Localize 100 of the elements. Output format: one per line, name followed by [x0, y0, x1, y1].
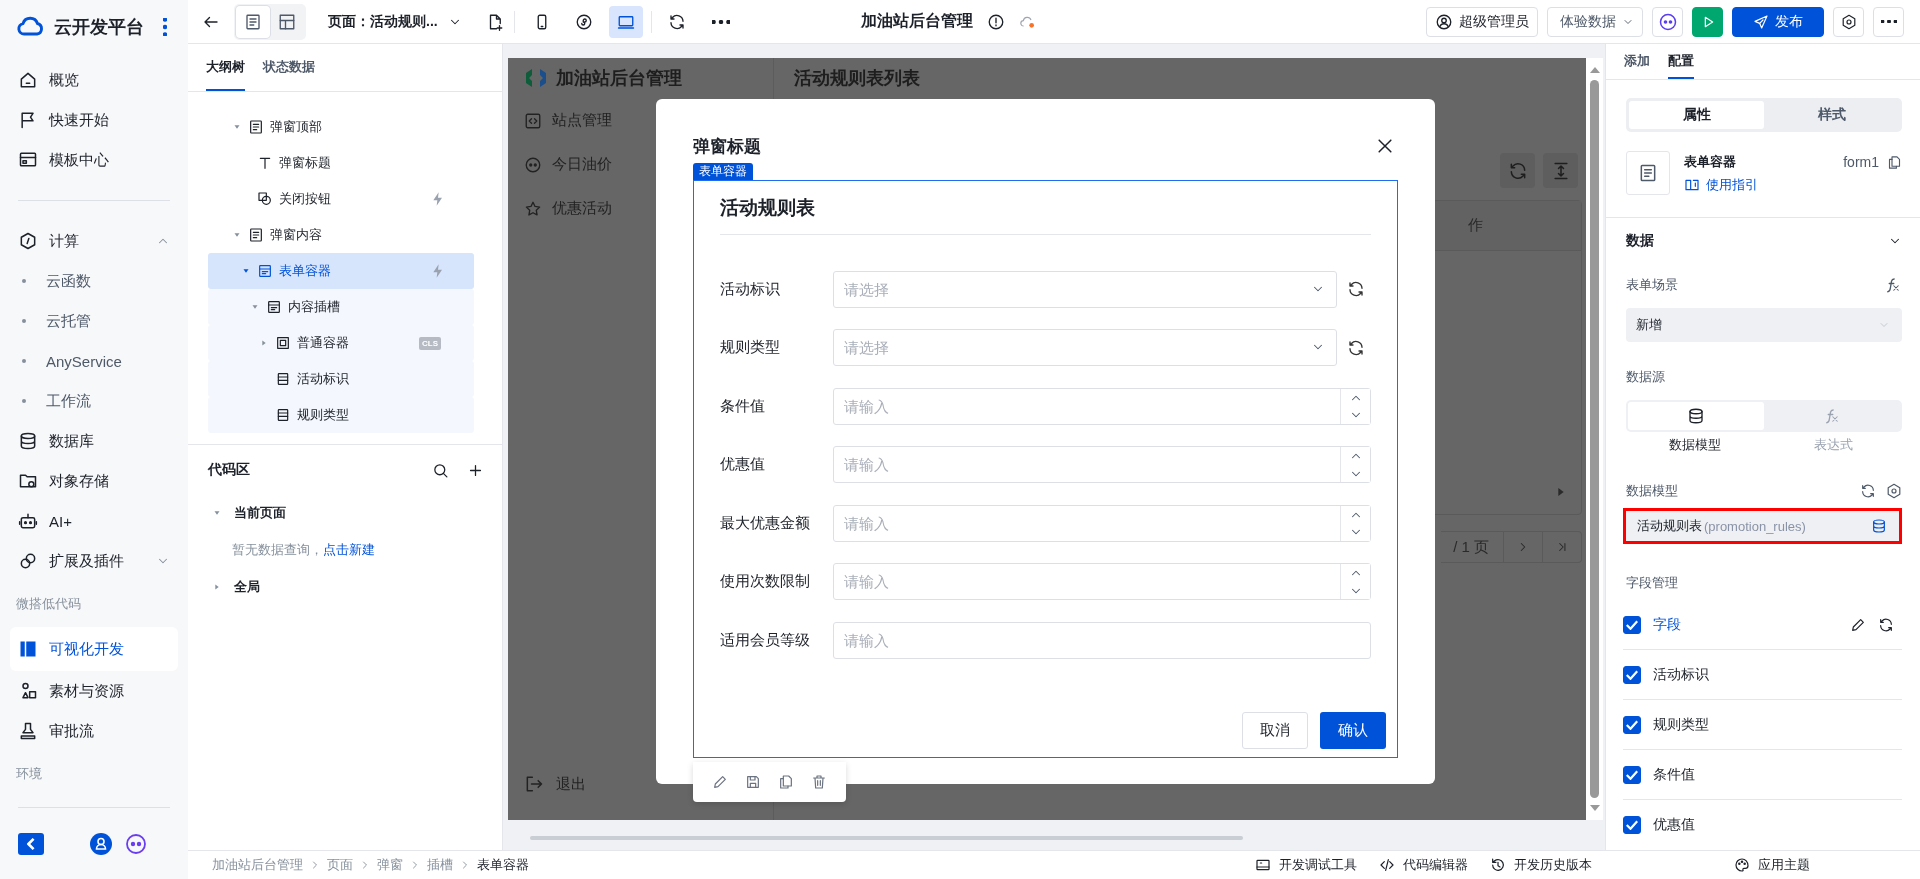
nav-subitem[interactable]: 工作流: [10, 381, 178, 421]
page-selector[interactable]: 页面：活动规则...: [328, 12, 462, 31]
scrollbar[interactable]: [1586, 58, 1603, 820]
create-link[interactable]: 点击新建: [323, 541, 375, 559]
cancel-button[interactable]: 取消: [1242, 712, 1308, 749]
refresh-icon[interactable]: [1347, 338, 1365, 357]
nav-item[interactable]: 模板中心: [10, 140, 178, 180]
scroll-up-icon[interactable]: [1588, 66, 1601, 74]
input-field[interactable]: 请输入: [833, 621, 1371, 659]
checkbox[interactable]: [1623, 765, 1641, 784]
source-option[interactable]: [1628, 402, 1764, 430]
option-label: 数据模型: [1668, 436, 1722, 454]
scroll-down-icon[interactable]: [1588, 804, 1601, 812]
tool-button[interactable]: 代码编辑器: [1379, 856, 1468, 874]
select-field[interactable]: 请选择: [833, 270, 1337, 308]
user-button[interactable]: 超级管理员: [1426, 6, 1538, 37]
checkbox[interactable]: [1623, 715, 1641, 734]
more-button[interactable]: [1873, 6, 1904, 37]
nav-item[interactable]: 概览: [10, 60, 178, 100]
nav-item[interactable]: 计算: [10, 221, 178, 261]
group-header[interactable]: 当前页面: [188, 495, 502, 531]
copy-icon[interactable]: [1887, 154, 1902, 170]
tree-node[interactable]: 内容插槽: [208, 289, 474, 325]
tree-node[interactable]: 普通容器 CLS: [208, 325, 474, 361]
tool-button[interactable]: 应用主题: [1734, 856, 1810, 874]
refresh-icon[interactable]: [1860, 483, 1876, 499]
select-field[interactable]: 新增: [1626, 308, 1902, 342]
tree-node[interactable]: 弹窗标题: [208, 145, 474, 181]
guide-link[interactable]: 使用指引: [1684, 175, 1830, 194]
checkbox[interactable]: [1623, 665, 1641, 684]
nav-item[interactable]: 扩展及插件: [10, 541, 178, 581]
avatar-icon[interactable]: [90, 832, 112, 855]
number-field[interactable]: 请输入: [833, 387, 1371, 425]
select-field[interactable]: 请选择: [833, 329, 1337, 367]
confirm-button[interactable]: 确认: [1320, 712, 1386, 749]
tab[interactable]: 大纲树: [206, 44, 245, 91]
tab[interactable]: 添加: [1624, 44, 1650, 79]
form-icon: [257, 263, 273, 279]
info-icon[interactable]: [987, 12, 1006, 31]
model-selector[interactable]: 活动规则表(promotion_rules): [1623, 508, 1902, 544]
number-field[interactable]: 请输入: [833, 446, 1371, 484]
nav-item[interactable]: 素材与资源: [10, 671, 178, 711]
nav-item[interactable]: 审批流: [10, 711, 178, 751]
tree-node[interactable]: 规则类型: [208, 397, 474, 433]
tool-button[interactable]: 开发调试工具: [1255, 856, 1357, 874]
copy-icon[interactable]: [778, 774, 795, 790]
delete-icon[interactable]: [811, 774, 828, 790]
miniprogram-icon: [574, 12, 593, 31]
collapse-button[interactable]: [18, 832, 44, 855]
nav-item[interactable]: 可视化开发: [10, 627, 178, 671]
publish-button[interactable]: 发布: [1732, 6, 1824, 37]
data-mode-dropdown[interactable]: 体验数据: [1547, 6, 1643, 37]
desktop-preview-button[interactable]: [608, 5, 643, 38]
edit-icon[interactable]: [1850, 616, 1866, 633]
option-label: 表达式: [1812, 436, 1854, 454]
settings-icon[interactable]: [1886, 483, 1902, 499]
number-field[interactable]: 请输入: [833, 504, 1371, 542]
tab[interactable]: 配置: [1668, 44, 1694, 79]
nav-item[interactable]: 快速开始: [10, 100, 178, 140]
checkbox[interactable]: [1623, 816, 1641, 834]
tree-node[interactable]: 关闭按钮: [208, 181, 474, 217]
nav-subitem[interactable]: AnyService: [10, 341, 178, 381]
nav-item[interactable]: AI+: [10, 501, 178, 541]
field-name: 活动标识: [1653, 665, 1710, 684]
assistant-face-icon[interactable]: [124, 831, 148, 856]
refresh-icon[interactable]: [1347, 280, 1365, 299]
segment-tab[interactable]: 样式: [1764, 101, 1899, 129]
breadcrumb-item[interactable]: 表单容器: [477, 856, 529, 874]
save-icon[interactable]: [744, 774, 761, 790]
refresh-icon[interactable]: [667, 12, 686, 31]
formula-icon[interactable]: [1884, 276, 1902, 294]
page-view-button[interactable]: [236, 5, 270, 38]
tree-node[interactable]: 活动标识: [208, 361, 474, 397]
more-icon[interactable]: [711, 19, 730, 24]
number-field[interactable]: 请输入: [833, 563, 1371, 601]
nav-subitem[interactable]: 云函数: [10, 261, 178, 301]
field-label: 规则类型: [720, 338, 781, 358]
checkbox[interactable]: [1623, 615, 1641, 634]
formula-icon: [1823, 407, 1841, 425]
segment-tab[interactable]: 属性: [1629, 101, 1764, 129]
refresh-icon[interactable]: [1878, 616, 1894, 633]
template-icon: [18, 150, 38, 170]
tree-node[interactable]: 弹窗内容: [208, 217, 474, 253]
tree-node[interactable]: 表单容器: [208, 253, 474, 289]
tool-button[interactable]: 开发历史版本: [1490, 856, 1592, 874]
settings-button[interactable]: [1833, 6, 1864, 37]
tree-node[interactable]: 弹窗顶部: [208, 109, 474, 145]
nav-item[interactable]: 数据库: [10, 421, 178, 461]
nav-item[interactable]: 对象存储: [10, 461, 178, 501]
nav-subitem[interactable]: 云托管: [10, 301, 178, 341]
group-header[interactable]: 全局: [188, 569, 502, 605]
run-button[interactable]: [1692, 6, 1723, 37]
breadcrumb-item[interactable]: 页面: [327, 856, 353, 874]
breadcrumb-item[interactable]: 插槽: [427, 856, 453, 874]
checkmark-icon: [1626, 619, 1638, 630]
more-vertical-icon[interactable]: [163, 18, 167, 36]
assistant-button[interactable]: [1652, 6, 1683, 37]
search-icon[interactable]: [432, 461, 449, 479]
tab[interactable]: 状态数据: [263, 44, 315, 91]
section-header[interactable]: 数据: [1626, 218, 1902, 264]
